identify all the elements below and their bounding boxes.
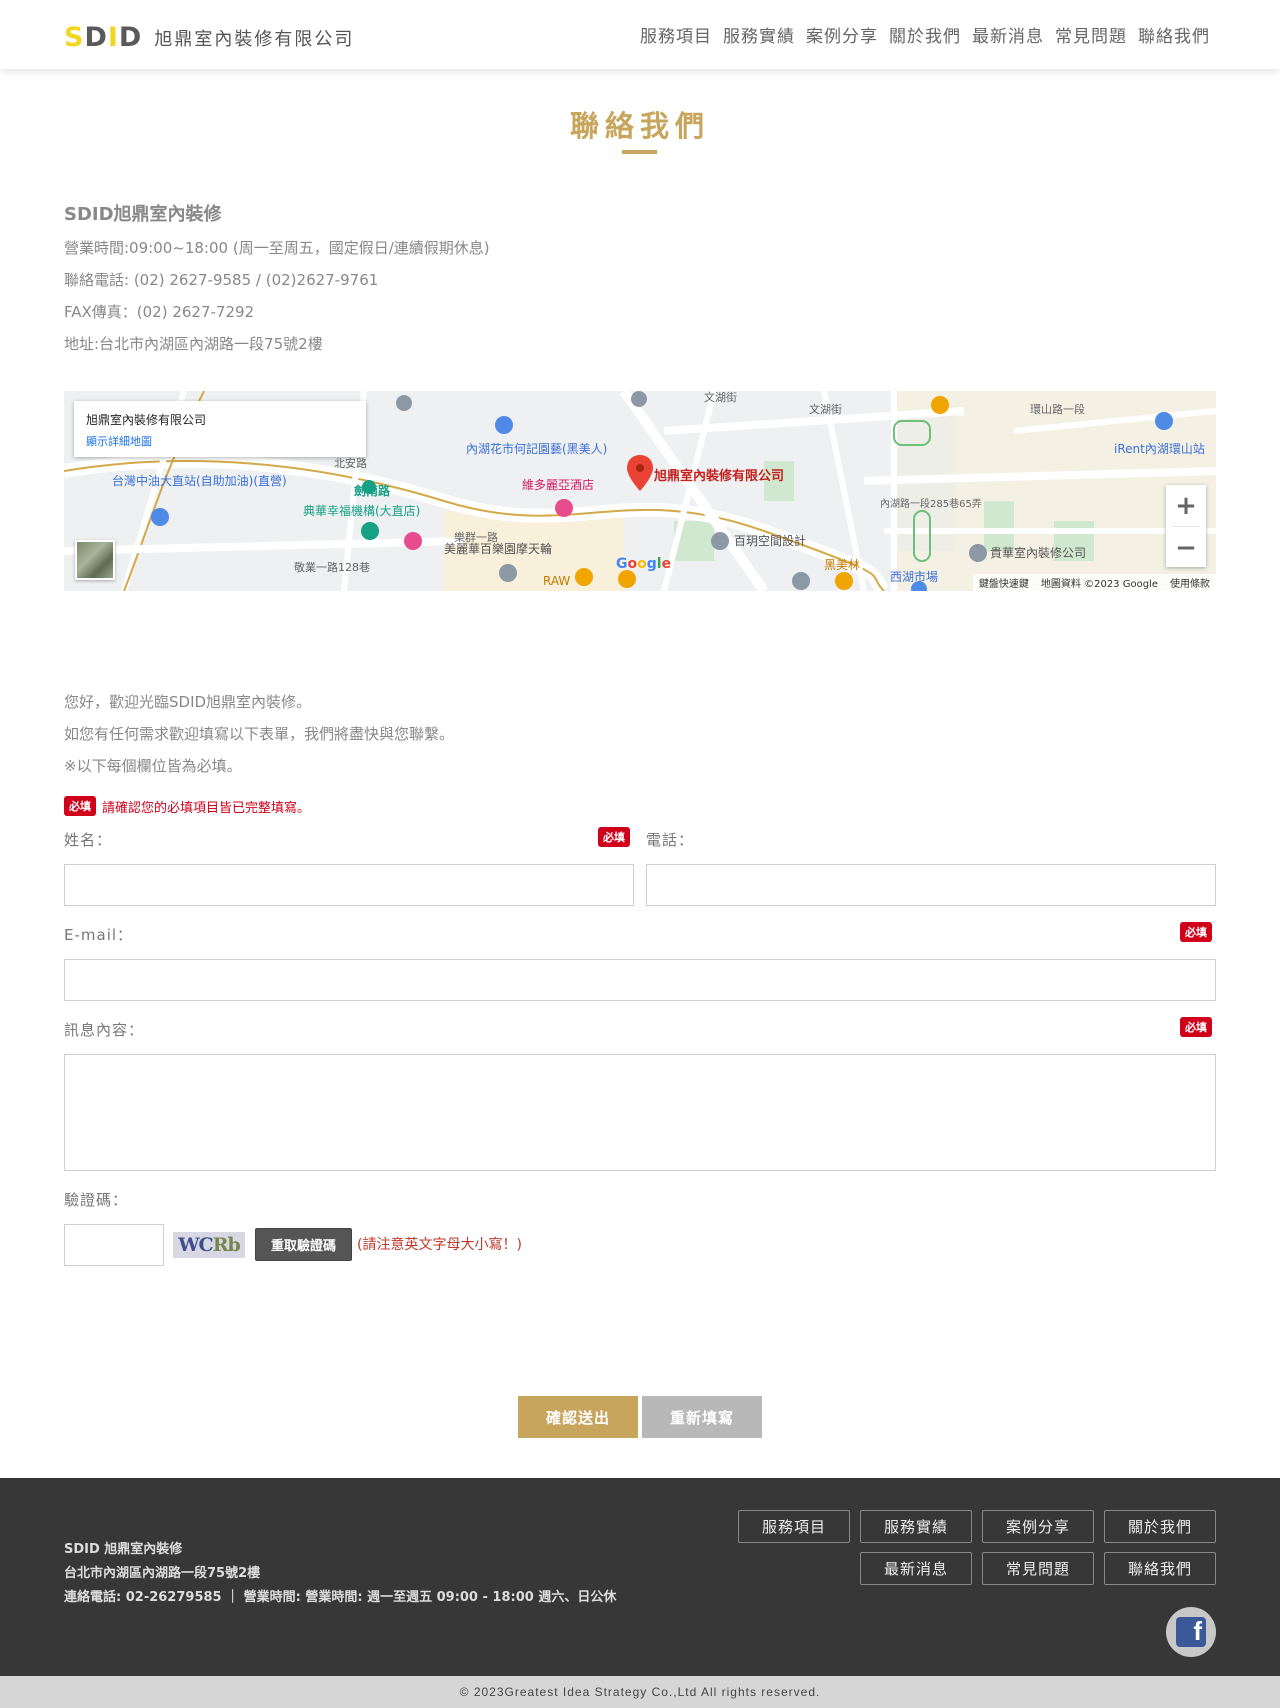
svg-text:內湖路一段285巷65弄: 內湖路一段285巷65弄: [880, 497, 982, 510]
svg-text:貴華室內裝修公司: 貴華室內裝修公司: [990, 545, 1086, 560]
main-nav: 服務項目 服務實績 案例分享 關於我們 最新消息 常見問題 聯絡我們: [640, 22, 1210, 47]
facebook-glyph: f: [1176, 1616, 1206, 1647]
phone-input[interactable]: [646, 864, 1216, 906]
svg-text:西湖市場: 西湖市場: [890, 569, 938, 584]
svg-text:台灣中油大直站(自助加油)(直營): 台灣中油大直站(自助加油)(直營): [112, 473, 287, 488]
footer-nav-faq[interactable]: 常見問題: [982, 1552, 1094, 1585]
satellite-toggle[interactable]: [75, 540, 115, 580]
email-label: E-mail：: [64, 926, 134, 944]
nav-portfolio[interactable]: 服務實績: [723, 22, 795, 47]
map-data-credit: 地圖資料 ©2023 Google: [1040, 579, 1158, 590]
title-underline: [622, 150, 657, 154]
logo-mark: SDID: [64, 22, 143, 53]
svg-text:RAW: RAW: [543, 574, 570, 588]
terms-link[interactable]: 使用條款: [1170, 575, 1210, 590]
svg-text:文湖街: 文湖街: [809, 402, 842, 416]
case-sensitive-note: (請注意英文字母大小寫！): [357, 1237, 522, 1253]
svg-text:維多麗亞酒店: 維多麗亞酒店: [522, 478, 594, 492]
captcha-image: WC Rb: [173, 1232, 245, 1258]
map-attribution: 鍵盤快速鍵 地圖資料 ©2023 Google 使用條款: [972, 574, 1216, 591]
svg-text:北安路: 北安路: [334, 456, 367, 470]
required-notice: 必填 請確認您的必填項目皆已完整填寫。: [64, 796, 310, 816]
map-larger-link[interactable]: 顯示詳細地圖: [86, 433, 354, 449]
intro-required: ※以下每個欄位皆為必填。: [64, 757, 242, 775]
email-input[interactable]: [64, 959, 1216, 1001]
captcha-label: 驗證碼：: [64, 1191, 129, 1209]
name-label: 姓名：: [64, 831, 113, 849]
contact-phone: 聯絡電話: (02) 2627-9585 / (02)2627-9761: [64, 271, 379, 289]
page-title: 聯絡我們: [569, 109, 710, 143]
nav-contact[interactable]: 聯絡我們: [1138, 22, 1210, 47]
svg-text:環山路一段: 環山路一段: [1030, 402, 1085, 416]
business-hours: 營業時間:09:00~18:00 (周一至周五，國定假日/連續假期休息): [64, 239, 490, 257]
form-intro: 您好，歡迎光臨SDID旭鼎室內裝修。 如您有任何需求歡迎填寫以下表單，我們將盡快…: [64, 686, 454, 782]
intro-welcome: 您好，歡迎光臨SDID旭鼎室內裝修。: [64, 693, 312, 711]
nav-about[interactable]: 關於我們: [889, 22, 961, 47]
footer-nav-services[interactable]: 服務項目: [738, 1510, 850, 1543]
facebook-icon[interactable]: f: [1166, 1607, 1216, 1657]
company-name: SDID旭鼎室內裝修: [64, 204, 222, 225]
message-required-badge: 必填: [1180, 1017, 1212, 1037]
nav-cases[interactable]: 案例分享: [806, 22, 878, 47]
zoom-out-button[interactable]: −: [1166, 527, 1206, 568]
company-info: SDID旭鼎室內裝修 營業時間:09:00~18:00 (周一至周五，國定假日/…: [64, 200, 964, 360]
name-input[interactable]: [64, 864, 634, 906]
footer-nav-news[interactable]: 最新消息: [860, 1552, 972, 1585]
zoom-in-button[interactable]: +: [1166, 485, 1206, 526]
svg-text:樂群一路: 樂群一路: [454, 530, 498, 544]
phone-label: 電話：: [646, 831, 695, 849]
refresh-captcha-button[interactable]: 重取驗證碼: [255, 1228, 352, 1261]
footer-contact: 連絡電話: 02-26279585 ｜ 營業時間: 營業時間: 週一至週五 09…: [64, 1590, 617, 1605]
google-map[interactable]: 劍南路 內湖花市何記園藝(黑美人) 維多麗亞酒店 台灣中油大直站(自助加油)(直…: [64, 391, 1216, 591]
captcha-input[interactable]: [64, 1224, 164, 1266]
svg-text:文湖街: 文湖街: [704, 391, 737, 404]
required-badge: 必填: [64, 796, 96, 816]
footer-nav-portfolio[interactable]: 服務實績: [860, 1510, 972, 1543]
svg-text:iRent內湖環山站: iRent內湖環山站: [1114, 441, 1205, 456]
svg-text:敬業一路128巷: 敬業一路128巷: [294, 561, 370, 574]
copyright: © 2023Greatest Idea Strategy Co.,Ltd All…: [0, 1676, 1280, 1708]
message-label: 訊息內容：: [64, 1021, 145, 1039]
map-pin-label[interactable]: 旭鼎室內裝修有限公司: [654, 465, 784, 484]
message-textarea[interactable]: [64, 1054, 1216, 1171]
intro-request: 如您有任何需求歡迎填寫以下表單，我們將盡快與您聯繫。: [64, 725, 455, 743]
address: 地址:台北市內湖區內湖路一段75號2樓: [64, 335, 323, 353]
footer-nav-cases[interactable]: 案例分享: [982, 1510, 1094, 1543]
svg-text:黑美林: 黑美林: [824, 558, 860, 572]
email-required-badge: 必填: [1180, 922, 1212, 942]
logo[interactable]: SDID 旭鼎室內裝修有限公司: [64, 22, 354, 53]
nav-news[interactable]: 最新消息: [972, 22, 1044, 47]
footer-info: SDID 旭鼎室內裝修 台北市內湖區內湖路一段75號2樓 連絡電話: 02-26…: [64, 1538, 616, 1610]
footer-nav-about[interactable]: 關於我們: [1104, 1510, 1216, 1543]
reset-button[interactable]: 重新填寫: [642, 1396, 762, 1438]
site-footer: SDID 旭鼎室內裝修 台北市內湖區內湖路一段75號2樓 連絡電話: 02-26…: [0, 1478, 1280, 1676]
fax-number: FAX傳真：(02) 2627-7292: [64, 303, 255, 321]
footer-nav-contact[interactable]: 聯絡我們: [1104, 1552, 1216, 1585]
name-required-badge: 必填: [598, 827, 630, 847]
keyboard-shortcuts-link[interactable]: 鍵盤快速鍵: [979, 575, 1029, 590]
logo-text: 旭鼎室內裝修有限公司: [154, 28, 355, 50]
required-notice-text: 請確認您的必填項目皆已完整填寫。: [102, 800, 311, 816]
nav-faq[interactable]: 常見問題: [1055, 22, 1127, 47]
footer-company: SDID 旭鼎室內裝修: [64, 1542, 183, 1557]
google-logo: Google: [616, 556, 672, 572]
site-header: SDID 旭鼎室內裝修有限公司 服務項目 服務實績 案例分享 關於我們 最新消息…: [0, 0, 1280, 69]
footer-nav: 服務項目 服務實績 案例分享 關於我們 最新消息 常見問題 聯絡我們: [736, 1510, 1216, 1585]
map-card-title: 旭鼎室內裝修有限公司: [86, 413, 207, 427]
svg-text:典華幸福機構(大直店): 典華幸福機構(大直店): [303, 503, 420, 518]
svg-text:百玥空間設計: 百玥空間設計: [734, 533, 806, 548]
nav-services[interactable]: 服務項目: [640, 22, 712, 47]
map-zoom-controls: + −: [1166, 485, 1206, 567]
svg-text:劍南路: 劍南路: [353, 483, 391, 498]
map-info-card: 旭鼎室內裝修有限公司 顯示詳細地圖: [74, 401, 366, 457]
footer-address: 台北市內湖區內湖路一段75號2樓: [64, 1566, 261, 1581]
svg-text:內湖花市何記園藝(黑美人): 內湖花市何記園藝(黑美人): [466, 441, 607, 456]
submit-button[interactable]: 確認送出: [518, 1396, 638, 1438]
